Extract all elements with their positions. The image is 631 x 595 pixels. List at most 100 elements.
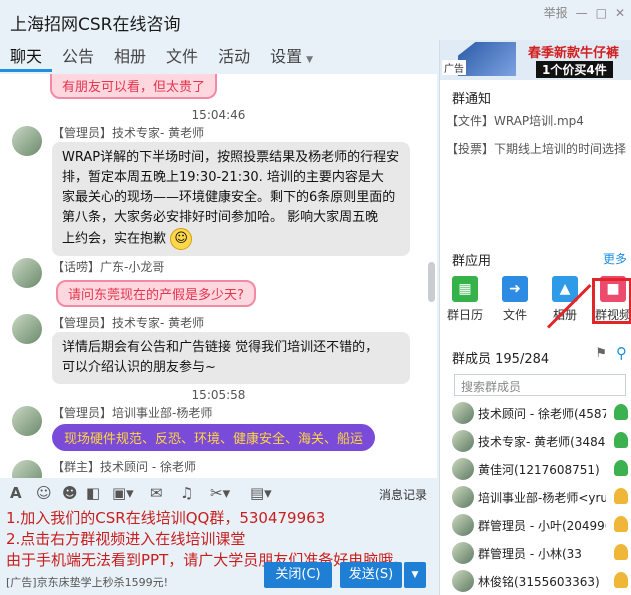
emoji-icon[interactable]: ☺ <box>36 484 52 502</box>
message-line: 家最关心的现场——环境健康安全。剩下的6条原则里面的 <box>62 190 396 205</box>
message-bubble: 请问东莞现在的产假是多少天? <box>56 280 256 307</box>
tab-activities[interactable]: 活动 <box>208 42 260 72</box>
sender-name: 【管理员】培训事业部-杨老师 <box>52 406 213 420</box>
ad-link[interactable]: [广告]京东床垫学上秒杀1599元! <box>6 574 168 590</box>
member-role-icon <box>614 460 628 476</box>
message-history-button[interactable]: 消息记录 <box>379 486 427 503</box>
close-icon[interactable]: ✕ <box>615 6 625 20</box>
image-icon[interactable]: ▣▾ <box>112 484 134 502</box>
notice-item[interactable]: 【文件】WRAP培训.mp4 <box>446 112 584 129</box>
message-line: 第八条，大家务必安排好时间参加哈。 影响大家周五晚 <box>62 210 379 225</box>
window-title: 上海招网CSR在线咨询 <box>10 15 181 35</box>
font-icon[interactable]: A <box>10 484 22 502</box>
sender-name: 【管理员】技术专家- 黄老师 <box>52 126 205 140</box>
message-bubble-partial: 有朋友可以看，但太贵了 <box>50 74 218 99</box>
member-item[interactable]: 群管理员 - 小林(33 <box>452 540 628 566</box>
member-item[interactable]: 黄佳河(1217608751) <box>452 456 628 482</box>
search-icon[interactable]: ⚲ <box>616 344 627 362</box>
shake-icon[interactable]: ◧ <box>86 484 100 502</box>
group-notice-title: 群通知 <box>452 92 492 107</box>
member-name: 培训事业部-杨老师<yru <box>478 491 606 505</box>
group-apps-title: 群应用 <box>452 254 492 269</box>
member-item[interactable]: 技术专家- 黄老师(34842 <box>452 428 628 454</box>
magic-emoji-icon[interactable]: ☻ <box>62 484 78 502</box>
qq-group-chat-window: 上海招网CSR在线咨询 举报 — □ ✕ 聊天 公告 相册 文件 活动 设置 ▼ … <box>0 0 631 595</box>
send-options-chevron-icon[interactable]: ▼ <box>404 562 426 588</box>
tab-album[interactable]: 相册 <box>104 42 156 72</box>
minimize-icon[interactable]: — <box>576 6 588 20</box>
app-calendar[interactable]: ▦ 群日历 <box>442 276 488 323</box>
maximize-icon[interactable]: □ <box>596 6 607 20</box>
app-files[interactable]: ➜ 文件 <box>492 276 538 323</box>
window-controls: 举报 — □ ✕ <box>544 4 625 21</box>
member-item[interactable]: 培训事业部-杨老师<yru <box>452 484 628 510</box>
avatar <box>452 430 474 452</box>
more-apps-link[interactable]: 更多 <box>603 250 627 267</box>
smiley-icon: ☺ <box>170 228 193 250</box>
avatar[interactable] <box>12 258 42 288</box>
member-item[interactable]: 技术顾问 - 徐老师(4587 <box>452 400 628 426</box>
input-line: 2.点击右方群视频进入在线培训课堂 <box>6 530 246 548</box>
message-line: 排，暂定本周五晚上19:30-21:30. 培训的主要内容是大 <box>62 170 384 185</box>
avatar <box>452 570 474 592</box>
member-item[interactable]: 林俊铭(3155603363) <box>452 568 628 594</box>
member-item[interactable]: 群管理员 - 小叶(204990 <box>452 512 628 538</box>
avatar[interactable] <box>12 406 42 436</box>
tab-settings[interactable]: 设置 ▼ <box>260 42 323 72</box>
member-name: 群管理员 - 小叶(204990 <box>478 519 606 533</box>
input-line: 1.加入我们的CSR在线培训QQ群，530479963 <box>6 509 326 527</box>
member-name: 林俊铭(3155603363) <box>478 575 600 589</box>
avatar <box>452 458 474 480</box>
voice-icon[interactable]: ♫ <box>180 484 193 502</box>
message-text: 请问东莞现在的产假是多少天? <box>68 288 244 303</box>
folder-icon: ➜ <box>502 276 528 302</box>
timestamp: 15:04:46 <box>191 108 246 122</box>
avatar[interactable] <box>12 460 42 478</box>
tab-chat[interactable]: 聊天 <box>0 42 53 72</box>
tab-files[interactable]: 文件 <box>156 42 208 72</box>
avatar[interactable] <box>12 126 42 156</box>
send-button[interactable]: 发送(S) <box>340 562 402 588</box>
message-line: 详情后期会有公告和广告链接 觉得我们培训还不错的， <box>62 340 379 355</box>
message-list[interactable]: 有朋友可以看，但太贵了 15:04:46 【管理员】技术专家- 黄老师 WRAP… <box>0 74 437 478</box>
member-search-input[interactable]: 搜索群成员 <box>454 374 626 396</box>
gift-icon[interactable]: ✉ <box>150 484 163 502</box>
report-button[interactable]: 举报 <box>544 4 568 21</box>
member-name: 技术顾问 - 徐老师(4587 <box>478 407 606 421</box>
avatar <box>452 402 474 424</box>
screenshot-scissors-icon[interactable]: ✂▾ <box>210 484 230 502</box>
member-role-icon <box>614 516 628 532</box>
message-bubble: WRAP详解的下半场时间，按照投票结果及杨老师的行程安 排，暂定本周五晚上19:… <box>52 142 410 256</box>
app-album[interactable]: ▲ 相册 <box>542 276 588 323</box>
tab-bar: 聊天 公告 相册 文件 活动 设置 ▼ <box>0 42 323 72</box>
composer-footer: [广告]京东床垫学上秒杀1599元! 关闭(C) 发送(S) ▼ <box>0 560 437 592</box>
message-text: 有朋友可以看，但太贵了 <box>62 80 206 95</box>
member-name: 黄佳河(1217608751) <box>478 463 600 477</box>
sender-name: 【话唠】广东-小龙哥 <box>52 260 165 274</box>
app-label: 文件 <box>502 308 527 322</box>
ad-banner[interactable]: 广告 春季新款牛仔裤 1个价买4件 <box>440 40 631 80</box>
sender-name: 【群主】技术顾问 - 徐老师 <box>52 460 196 474</box>
member-manage-icon[interactable]: ⚑ <box>595 346 607 361</box>
highlight-box <box>592 278 631 324</box>
member-name: 群管理员 - 小林(33 <box>478 547 582 561</box>
sender-name: 【管理员】技术专家- 黄老师 <box>52 316 205 330</box>
member-role-icon <box>614 404 628 420</box>
chevron-down-icon: ▼ <box>306 55 314 65</box>
app-label: 群日历 <box>446 308 483 322</box>
avatar <box>452 486 474 508</box>
message-line: 上约会，实在抱歉 <box>62 231 167 247</box>
message-line: 可以介绍认识的朋友参与~ <box>62 360 216 375</box>
scrollbar[interactable] <box>428 262 435 302</box>
timestamp: 15:05:58 <box>191 388 246 402</box>
more-tools-icon[interactable]: ▤▾ <box>250 484 272 502</box>
members-title: 群成员 195/284 <box>452 352 550 367</box>
avatar[interactable] <box>12 314 42 344</box>
tab-announcement[interactable]: 公告 <box>52 42 104 72</box>
banner-image <box>458 42 516 76</box>
notice-item[interactable]: 【投票】下期线上培训的时间选择 <box>446 140 626 157</box>
message-bubble: 详情后期会有公告和广告链接 觉得我们培训还不错的， 可以介绍认识的朋友参与~ <box>52 332 410 384</box>
close-button[interactable]: 关闭(C) <box>264 562 332 588</box>
calendar-icon: ▦ <box>452 276 478 302</box>
composer-toolbar: A ☺ ☻ ◧ ▣▾ ✉ ♫ ✂▾ ▤▾ 消息记录 <box>0 482 437 506</box>
